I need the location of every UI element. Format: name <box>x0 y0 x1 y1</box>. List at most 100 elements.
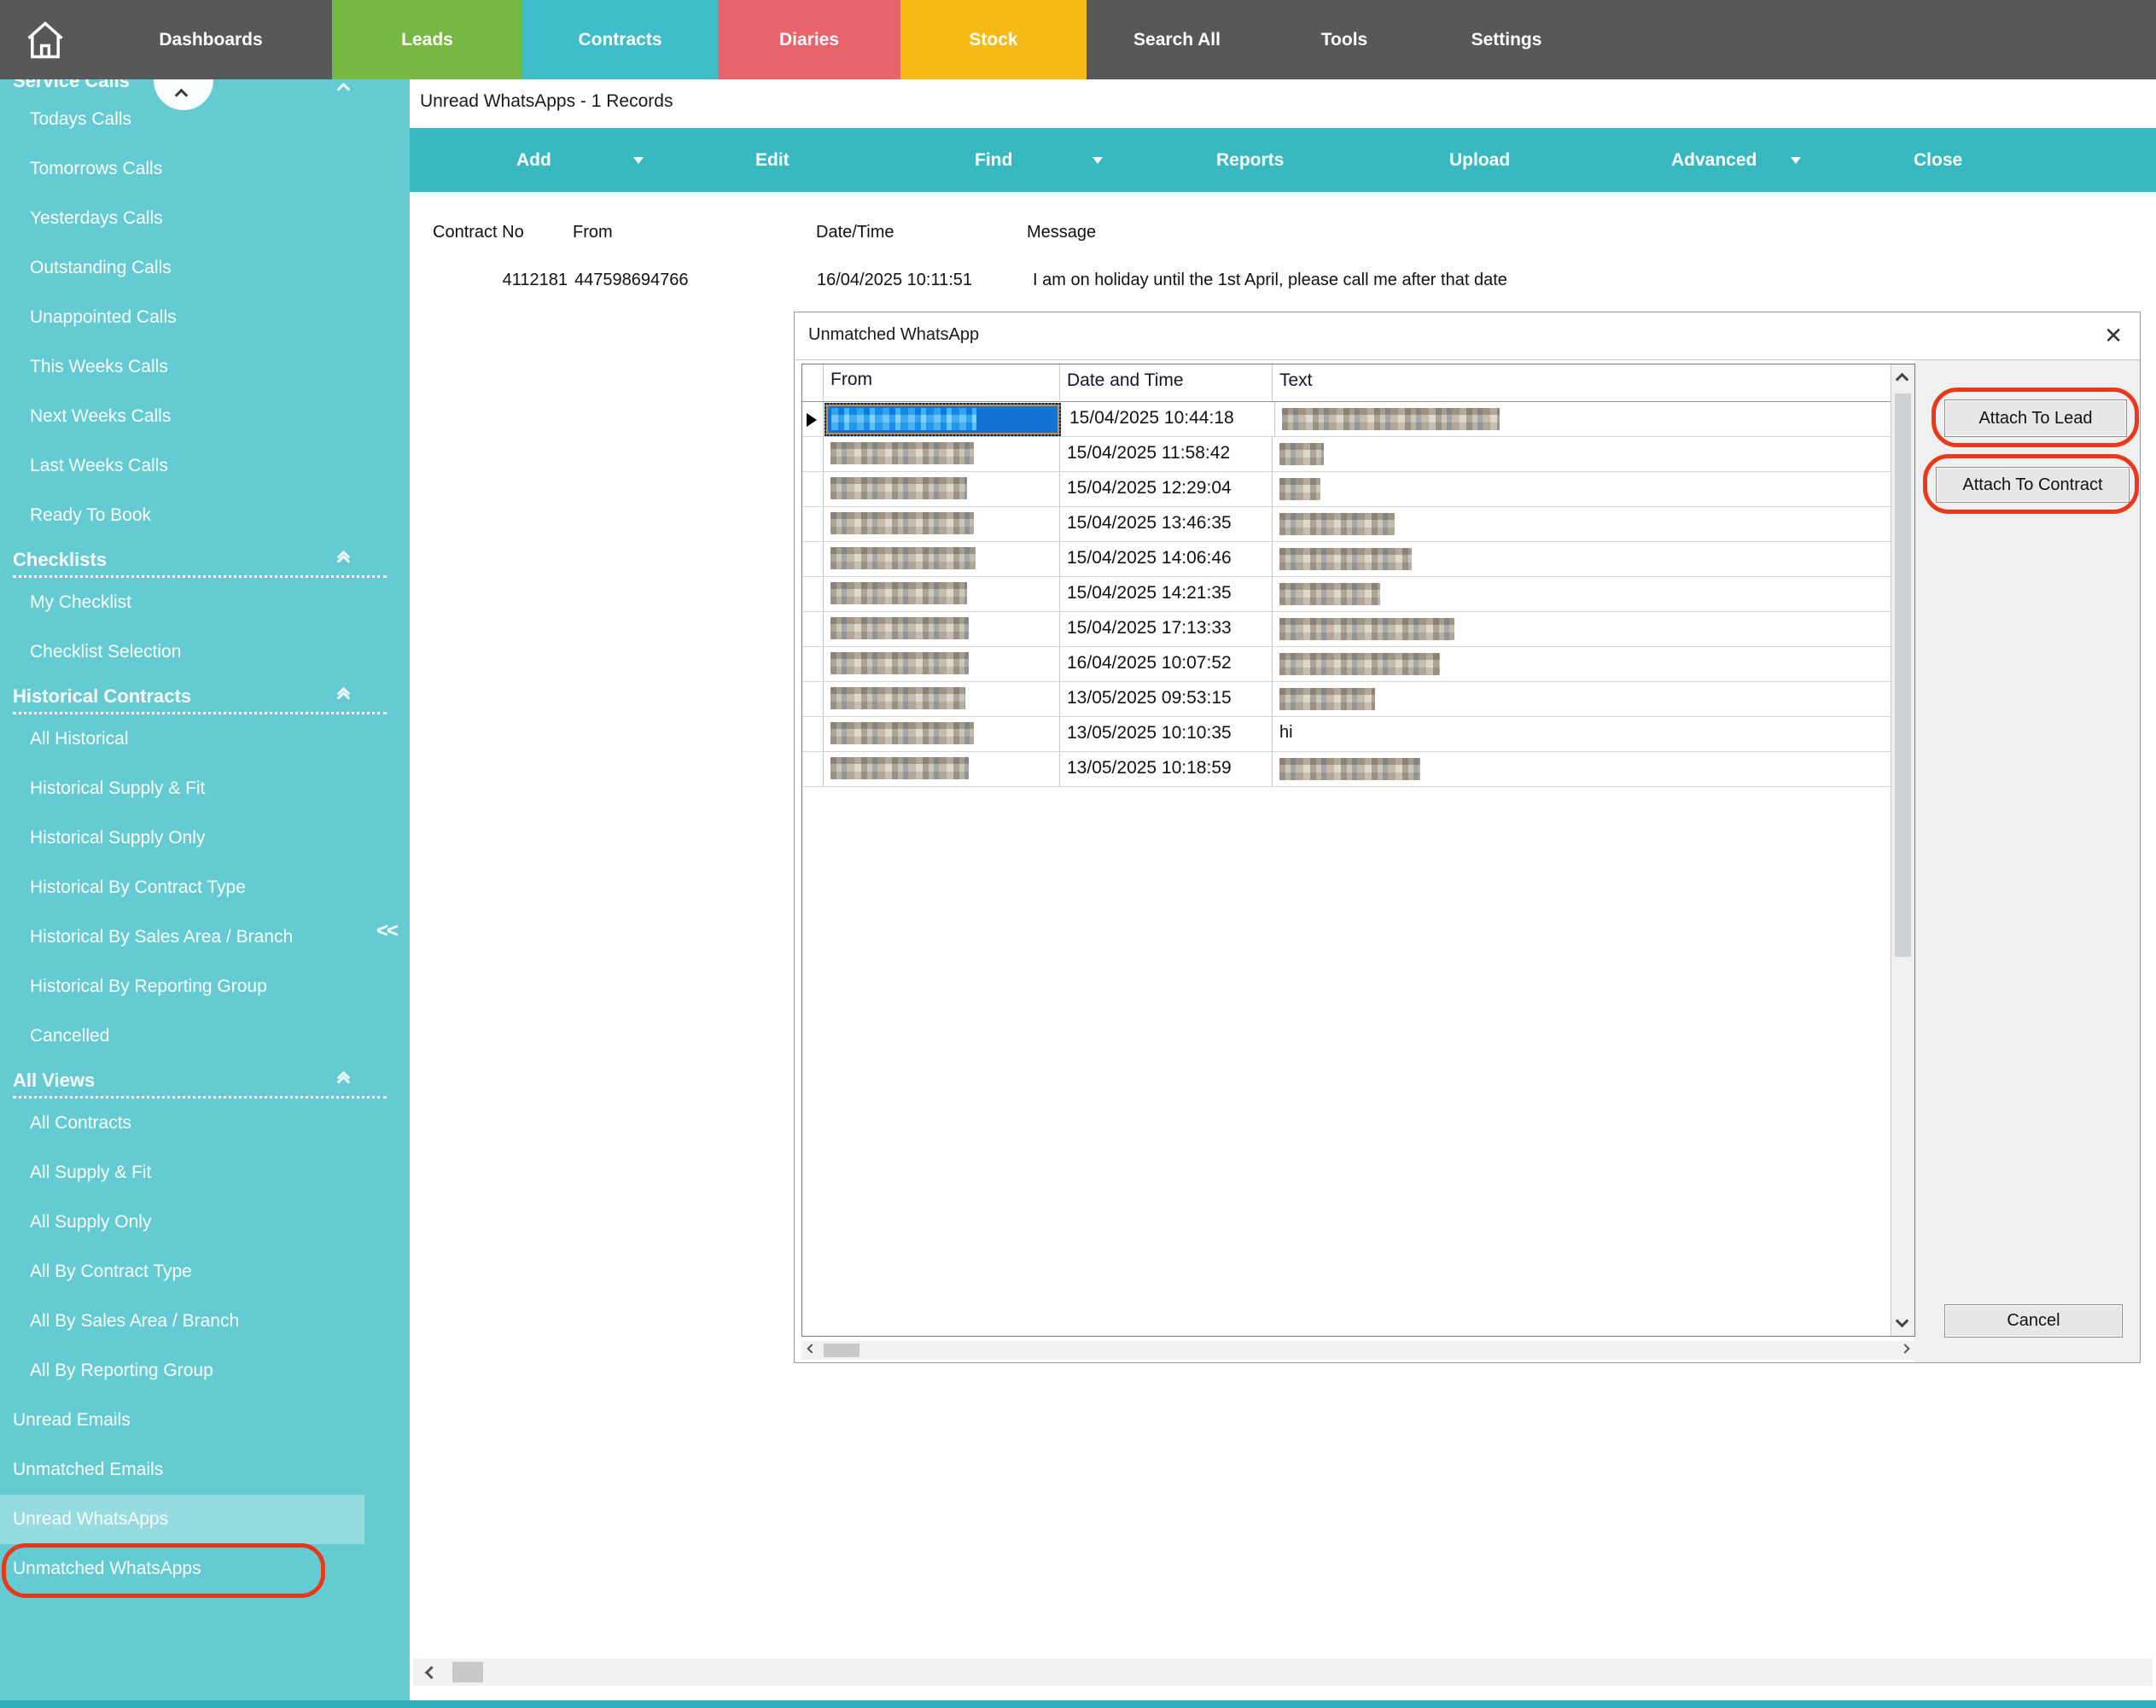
sidebar-item-last-weeks-calls[interactable]: Last Weeks Calls <box>0 441 364 491</box>
scroll-left-icon[interactable] <box>807 1344 816 1353</box>
grid-row-3[interactable]: 15/04/2025 12:29:04 <box>802 472 1891 507</box>
grid-cell-from <box>824 682 1060 716</box>
attach-to-lead-button[interactable]: Attach To Lead <box>1944 399 2127 437</box>
sidebar-item-label: Historical By Contract Type <box>30 877 246 898</box>
sidebar-item-historical-by-sales-area-branch[interactable]: Historical By Sales Area / Branch <box>0 912 364 962</box>
sidebar-item-historical-by-reporting-group[interactable]: Historical By Reporting Group <box>0 962 364 1011</box>
grid-row-4[interactable]: 15/04/2025 13:46:35 <box>802 507 1891 542</box>
sidebar-item-unread-whatsapps[interactable]: Unread WhatsApps <box>0 1495 364 1544</box>
sidebar-item-next-weeks-calls[interactable]: Next Weeks Calls <box>0 392 364 441</box>
sidebar-item-label: Todays Calls <box>30 109 131 130</box>
close-icon[interactable]: ✕ <box>2104 323 2123 349</box>
grid-row-5[interactable]: 15/04/2025 14:06:46 <box>802 542 1891 577</box>
grid-cell-text <box>1273 542 1891 576</box>
redacted-text-value <box>1279 583 1380 605</box>
whatsapp-grid: FromDate and TimeText15/04/2025 10:44:18… <box>801 364 1915 1337</box>
sidebar-item-label: Last Weeks Calls <box>30 456 168 476</box>
nav-item-leads[interactable]: Leads <box>332 0 522 79</box>
sidebar-item-unappointed-calls[interactable]: Unappointed Calls <box>0 293 364 342</box>
sidebar-item-unread-emails[interactable]: Unread Emails <box>0 1396 364 1445</box>
nav-item-tools[interactable]: Tools <box>1267 0 1421 79</box>
toolbar-find-button[interactable]: Find <box>975 128 1012 192</box>
grid-header-gutter <box>802 364 824 401</box>
sidebar-section-all-views[interactable]: All Views <box>0 1068 410 1099</box>
grid-row-1[interactable]: 15/04/2025 10:44:18 <box>802 402 1891 437</box>
redacted-from-value <box>830 442 974 464</box>
sidebar-item-all-by-sales-area-branch[interactable]: All By Sales Area / Branch <box>0 1297 364 1346</box>
sidebar-item-all-by-contract-type[interactable]: All By Contract Type <box>0 1247 364 1297</box>
sidebar-item-checklist-selection[interactable]: Checklist Selection <box>0 627 364 677</box>
grid-hscrollbar-thumb[interactable] <box>824 1344 859 1357</box>
grid-cell-datetime: 15/04/2025 14:21:35 <box>1060 577 1273 611</box>
sidebar-item-tomorrows-calls[interactable]: Tomorrows Calls <box>0 144 364 194</box>
sidebar-item-all-historical[interactable]: All Historical <box>0 714 364 764</box>
nav-item-stock[interactable]: Stock <box>900 0 1087 79</box>
sidebar-item-my-checklist[interactable]: My Checklist <box>0 578 364 627</box>
sidebar-section-historical-contracts[interactable]: Historical Contracts <box>0 684 410 714</box>
sidebar-item-all-supply-fit[interactable]: All Supply & Fit <box>0 1148 364 1198</box>
sidebar-item-unmatched-whatsapps[interactable]: Unmatched WhatsApps <box>0 1544 364 1594</box>
grid-row-2[interactable]: 15/04/2025 11:58:42 <box>802 437 1891 472</box>
scroll-left-icon[interactable] <box>425 1666 439 1680</box>
grid-row-gutter <box>802 402 824 436</box>
grid-row-gutter <box>802 507 824 541</box>
grid-cell-from <box>824 717 1060 751</box>
grid-cell-text: hi <box>1273 717 1891 751</box>
sidebar-item-this-weeks-calls[interactable]: This Weeks Calls <box>0 342 364 392</box>
toolbar-button-label: Advanced <box>1671 150 1757 171</box>
sidebar-item-label: All Contracts <box>30 1113 131 1134</box>
redacted-text-value <box>1279 688 1375 710</box>
sidebar-item-unmatched-emails[interactable]: Unmatched Emails <box>0 1445 364 1495</box>
unmatched-whatsapp-dialog: Unmatched WhatsApp ✕ FromDate and TimeTe… <box>794 312 2141 1363</box>
nav-item-dashboards[interactable]: Dashboards <box>90 0 332 79</box>
sidebar-item-cancelled[interactable]: Cancelled <box>0 1011 364 1061</box>
grid-row-11[interactable]: 13/05/2025 10:18:59 <box>802 752 1891 787</box>
grid-vertical-scrollbar[interactable] <box>1891 364 1914 1336</box>
main-scrollbar-thumb[interactable] <box>452 1662 483 1682</box>
toolbar-upload-button[interactable]: Upload <box>1449 128 1510 192</box>
sidebar-item-historical-supply-fit[interactable]: Historical Supply & Fit <box>0 764 364 813</box>
home-button[interactable] <box>0 0 90 79</box>
toolbar-edit-button[interactable]: Edit <box>755 128 790 192</box>
nav-item-diaries[interactable]: Diaries <box>718 0 900 79</box>
grid-row-6[interactable]: 15/04/2025 14:21:35 <box>802 577 1891 612</box>
sidebar-item-label: Unread WhatsApps <box>13 1509 168 1530</box>
nav-item-search-all[interactable]: Search All <box>1087 0 1267 79</box>
sidebar-section-checklists[interactable]: Checklists <box>0 547 410 578</box>
scroll-down-icon[interactable] <box>1896 1315 1909 1328</box>
toolbar-add-button[interactable]: Add <box>516 128 551 192</box>
main-horizontal-scrollbar[interactable] <box>413 1658 2153 1686</box>
scroll-right-icon[interactable] <box>1900 1344 1909 1353</box>
sidebar-item-outstanding-calls[interactable]: Outstanding Calls <box>0 243 364 293</box>
grid-row-7[interactable]: 15/04/2025 17:13:33 <box>802 612 1891 647</box>
sidebar-item-yesterdays-calls[interactable]: Yesterdays Calls <box>0 194 364 243</box>
grid-cell-from <box>824 507 1060 541</box>
grid-row-9[interactable]: 13/05/2025 09:53:15 <box>802 682 1891 717</box>
toolbar-button-label: Upload <box>1449 150 1510 171</box>
sidebar-item-ready-to-book[interactable]: Ready To Book <box>0 491 364 540</box>
sidebar-collapse-handle[interactable]: << <box>376 919 397 943</box>
toolbar-reports-button[interactable]: Reports <box>1216 128 1284 192</box>
toolbar-close-button[interactable]: Close <box>1914 128 1962 192</box>
caret-down-icon <box>1093 157 1103 164</box>
sidebar-item-all-supply-only[interactable]: All Supply Only <box>0 1198 364 1247</box>
toolbar-advanced-button[interactable]: Advanced <box>1671 128 1757 192</box>
grid-scrollbar-thumb[interactable] <box>1895 393 1911 957</box>
redacted-text-value <box>1279 618 1454 640</box>
nav-item-settings[interactable]: Settings <box>1421 0 1592 79</box>
sidebar-item-historical-by-contract-type[interactable]: Historical By Contract Type <box>0 863 364 912</box>
grid-row-8[interactable]: 16/04/2025 10:07:52 <box>802 647 1891 682</box>
sidebar-item-label: Unappointed Calls <box>30 307 177 328</box>
attach-to-contract-button[interactable]: Attach To Contract <box>1936 467 2130 503</box>
scroll-up-icon[interactable] <box>1896 373 1909 387</box>
cancel-button[interactable]: Cancel <box>1944 1304 2123 1338</box>
grid-row-gutter <box>802 612 824 646</box>
sidebar-item-all-by-reporting-group[interactable]: All By Reporting Group <box>0 1346 364 1396</box>
sidebar-item-all-contracts[interactable]: All Contracts <box>0 1099 364 1148</box>
grid-cell-text <box>1275 402 1891 436</box>
sidebar-item-historical-supply-only[interactable]: Historical Supply Only <box>0 813 364 863</box>
nav-item-contracts[interactable]: Contracts <box>522 0 718 79</box>
grid-row-10[interactable]: 13/05/2025 10:10:35hi <box>802 717 1891 752</box>
grid-cell-datetime: 15/04/2025 10:44:18 <box>1063 402 1275 436</box>
grid-horizontal-scrollbar[interactable] <box>801 1341 1915 1360</box>
